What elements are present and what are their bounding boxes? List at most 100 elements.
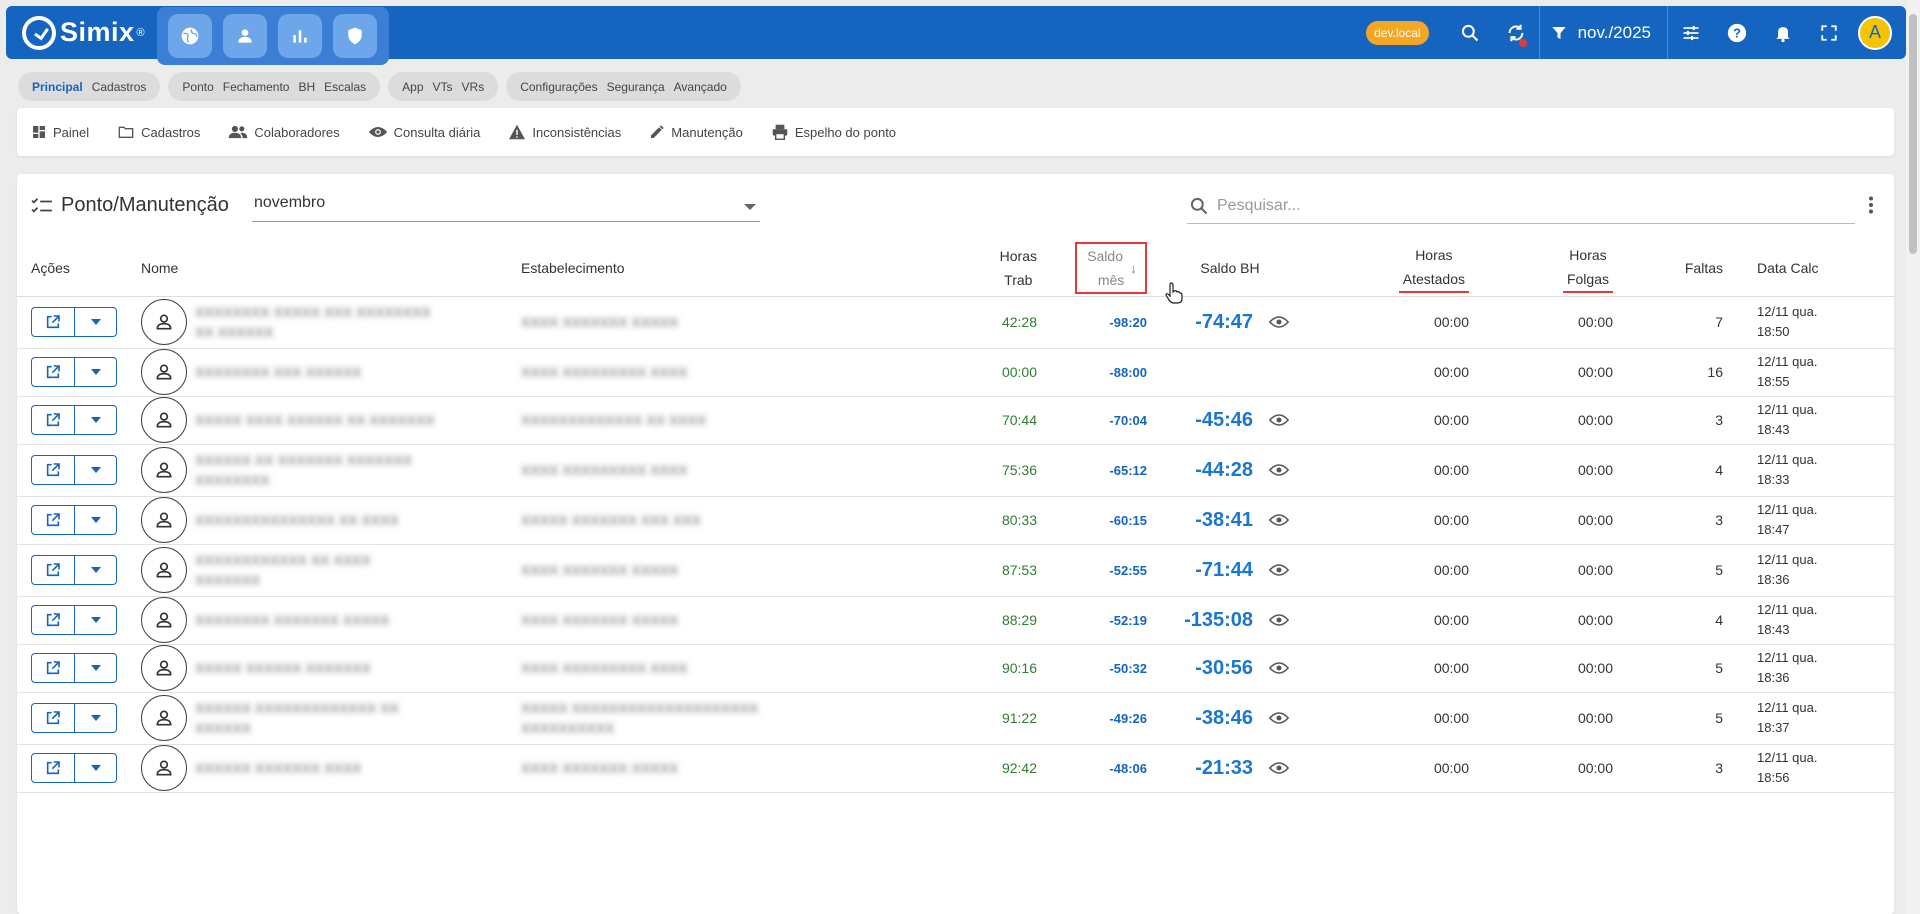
eye-icon[interactable]	[1269, 413, 1289, 427]
sync-button[interactable]	[1493, 6, 1539, 59]
more-options-button[interactable]	[1868, 196, 1874, 219]
open-record-button[interactable]	[32, 308, 74, 336]
open-record-button[interactable]	[32, 704, 74, 732]
eye-icon[interactable]	[1269, 711, 1289, 725]
row-menu-dropdown[interactable]	[74, 358, 116, 386]
cell-saldo-mes: -52:55	[1041, 544, 1151, 597]
eye-icon[interactable]	[1269, 513, 1289, 527]
table-row[interactable]: XXXXXX XX XXXXXXX XXXXXXX XXXXXXXX XXXX …	[17, 444, 1894, 497]
nav-espelho-ponto[interactable]: Espelho do ponto	[771, 124, 896, 140]
row-menu-dropdown[interactable]	[74, 606, 116, 634]
globe-module-button[interactable]	[168, 13, 213, 58]
chip-avancado[interactable]: Avançado	[674, 80, 727, 94]
nav-inconsistencias[interactable]: Inconsistências	[508, 124, 621, 140]
nav-colaboradores[interactable]: Colaboradores	[228, 124, 340, 140]
row-menu-dropdown[interactable]	[74, 704, 116, 732]
page-scrollbar[interactable]	[1906, 0, 1920, 914]
col-horas-trab[interactable]: Horas Trab	[931, 240, 1041, 297]
table-row[interactable]: XXXXXXXX XXX XXXXXX XXXX XXXXXXXXX XXXX …	[17, 348, 1894, 397]
eye-icon[interactable]	[1269, 761, 1289, 775]
table-row[interactable]: XXXXXXXXXXXXXXX XX XXXX XXXXX XXXXXXX XX…	[17, 496, 1894, 545]
month-select[interactable]: novembro	[252, 188, 760, 222]
row-menu-dropdown[interactable]	[74, 308, 116, 336]
cell-saldo-bh: -21:33	[1151, 744, 1309, 793]
eye-icon[interactable]	[1269, 613, 1289, 627]
app-logo[interactable]: Simix ®	[22, 15, 145, 50]
eye-icon[interactable]	[1269, 563, 1289, 577]
person-module-button[interactable]	[223, 13, 268, 58]
table-row[interactable]: XXXXXX XXXXXXX XXXX XXXX XXXXXXX XXXXX 9…	[17, 744, 1894, 793]
logo-text: Simix	[60, 17, 135, 47]
user-avatar[interactable]: A	[1858, 15, 1892, 50]
row-menu-dropdown[interactable]	[74, 556, 116, 584]
chip-configuracoes[interactable]: Configurações	[520, 80, 597, 94]
table-row[interactable]: XXXXXXXX XXXXX XXX XXXXXXXX XX XXXXXX XX…	[17, 296, 1894, 349]
sync-alert-dot	[1518, 39, 1527, 47]
eye-icon[interactable]	[1269, 463, 1289, 477]
row-menu-dropdown[interactable]	[74, 406, 116, 434]
chip-vts[interactable]: VTs	[433, 80, 453, 94]
col-horas-atestados[interactable]: Horas Atestados	[1309, 240, 1469, 297]
open-record-button[interactable]	[32, 606, 74, 634]
open-record-button[interactable]	[32, 406, 74, 434]
nav-consulta-diaria[interactable]: Consulta diária	[368, 124, 480, 140]
chip-ponto[interactable]: Ponto	[182, 80, 213, 94]
chip-seguranca[interactable]: Segurança	[607, 80, 665, 94]
open-record-button[interactable]	[32, 506, 74, 534]
col-faltas[interactable]: Faltas	[1613, 240, 1723, 297]
nav-label: Cadastros	[141, 124, 201, 140]
saldo-mes-sort-highlight[interactable]: Saldo mês ↓	[1075, 241, 1147, 294]
settings-tune-button[interactable]	[1668, 6, 1714, 59]
row-menu-dropdown[interactable]	[74, 456, 116, 484]
table-row[interactable]: XXXXXX XXXXXXXXXXXXX XX XXXXXX XXXXX XXX…	[17, 692, 1894, 745]
fullscreen-button[interactable]	[1806, 6, 1852, 59]
faltas-value: 16	[1707, 364, 1723, 380]
security-module-button[interactable]	[333, 13, 378, 58]
open-record-button[interactable]	[32, 754, 74, 782]
period-filter[interactable]: nov./2025	[1540, 23, 1667, 43]
scroll-thumb[interactable]	[1909, 14, 1917, 254]
col-saldo-mes[interactable]: Saldo mês ↓	[1041, 240, 1151, 297]
table-row[interactable]: XXXXXXXXXXXX XX XXXX XXXXXXX XXXX XXXXXX…	[17, 544, 1894, 597]
person-avatar-icon	[141, 447, 187, 493]
nav-cadastros[interactable]: Cadastros	[117, 124, 200, 140]
notifications-button[interactable]	[1760, 6, 1806, 59]
cell-horas-trab: 00:00	[931, 348, 1041, 397]
row-action-group	[31, 555, 117, 585]
col-estabelecimento[interactable]: Estabelecimento	[521, 240, 931, 297]
search-input[interactable]	[1217, 196, 1817, 215]
data-calc-time: 18:36	[1757, 670, 1790, 685]
chip-cadastros[interactable]: Cadastros	[92, 80, 147, 94]
logo-check-icon	[22, 15, 56, 50]
col-data-calc[interactable]: Data Calc	[1723, 240, 1894, 297]
cell-estabelecimento: XXXX XXXXXXXXX XXXX	[521, 348, 931, 397]
row-menu-dropdown[interactable]	[74, 654, 116, 682]
open-record-button[interactable]	[32, 358, 74, 386]
table-row[interactable]: XXXXX XXXX XXXXXX XX XXXXXXX XXXXXXXXXXX…	[17, 396, 1894, 445]
search-button[interactable]	[1447, 6, 1493, 59]
open-record-button[interactable]	[32, 456, 74, 484]
nav-manutencao[interactable]: Manutenção	[649, 124, 743, 140]
chip-escalas[interactable]: Escalas	[324, 80, 366, 94]
row-menu-dropdown[interactable]	[74, 506, 116, 534]
eye-icon[interactable]	[1269, 661, 1289, 675]
nav-painel[interactable]: Painel	[31, 124, 89, 140]
col-horas-folgas[interactable]: Horas Folgas	[1469, 240, 1613, 297]
col-nome[interactable]: Nome	[141, 240, 521, 297]
cell-horas-trab: 87:53	[931, 544, 1041, 597]
table-row[interactable]: XXXXXXXX XXXXXXX XXXXX XXXX XXXXXXX XXXX…	[17, 596, 1894, 645]
open-record-button[interactable]	[32, 654, 74, 682]
table-row[interactable]: XXXXX XXXXXX XXXXXXX XXXX XXXXXXXXX XXXX…	[17, 644, 1894, 693]
row-actions	[17, 496, 141, 545]
chart-module-button[interactable]	[278, 13, 323, 58]
chip-principal[interactable]: Principal	[32, 80, 83, 94]
chip-vrs[interactable]: VRs	[462, 80, 485, 94]
open-record-button[interactable]	[32, 556, 74, 584]
data-calc-date: 12/11 qua.	[1757, 650, 1818, 665]
eye-icon[interactable]	[1269, 315, 1289, 329]
chip-bh[interactable]: BH	[298, 80, 315, 94]
chip-fechamento[interactable]: Fechamento	[223, 80, 290, 94]
chip-app[interactable]: App	[402, 80, 423, 94]
row-menu-dropdown[interactable]	[74, 754, 116, 782]
help-button[interactable]: ?	[1714, 6, 1760, 59]
